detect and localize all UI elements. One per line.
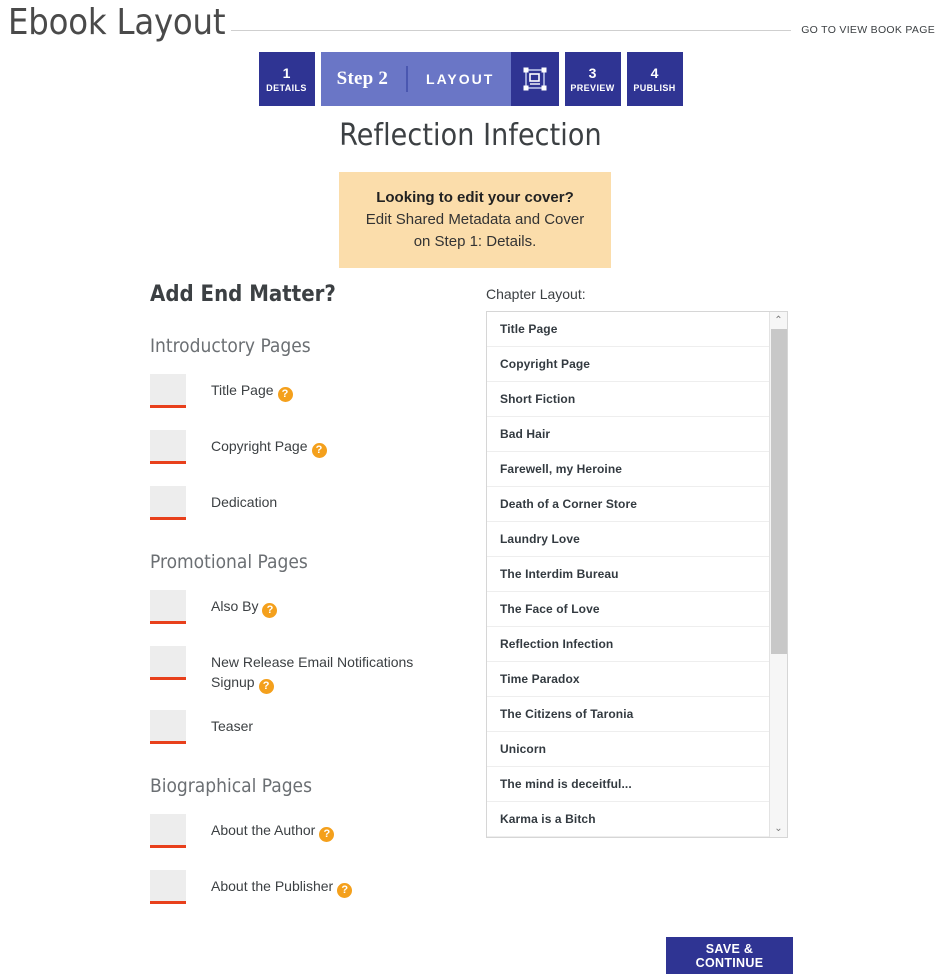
chapter-list-item[interactable]: The Citizens of Taronia	[487, 697, 769, 732]
notice-title: Looking to edit your cover?	[376, 189, 574, 206]
checkbox-label-text: Also By	[211, 598, 259, 614]
checkbox-label: Dedication	[186, 484, 277, 512]
header-divider	[231, 29, 792, 31]
chapter-list-item[interactable]: Death of a Corner Store	[487, 487, 769, 522]
chapter-list-item[interactable]: Short Fiction	[487, 382, 769, 417]
checkbox-label: Teaser	[186, 708, 253, 736]
step-4-number: 4	[650, 64, 659, 81]
chapter-list-item[interactable]: The Face of Love	[487, 592, 769, 627]
end-matter-row: Also By?	[150, 588, 460, 630]
help-icon[interactable]: ?	[277, 387, 293, 402]
step-3-number: 3	[588, 64, 597, 81]
checkbox-label: New Release Email Notifications Signup?	[186, 644, 451, 694]
chapter-list-item[interactable]: Laundry Love	[487, 522, 769, 557]
checkbox[interactable]	[150, 374, 186, 408]
step-3-label: PREVIEW	[570, 82, 615, 93]
step-2-layout-active[interactable]: Step 2 LAYOUT	[320, 52, 559, 106]
step-2-number: Step 2	[336, 68, 389, 89]
checkbox[interactable]	[150, 430, 186, 464]
help-icon[interactable]: ?	[311, 443, 327, 458]
save-and-continue-button[interactable]: SAVE & CONTINUE	[666, 937, 793, 974]
step-1-label: DETAILS	[266, 82, 307, 93]
chapter-list-item[interactable]: Copyright Page	[487, 347, 769, 382]
scroll-down-icon[interactable]: ⌄	[770, 820, 787, 837]
book-title: Reflection Infection	[339, 118, 602, 153]
end-matter-section: Add End Matter? Introductory Pages Title …	[150, 282, 460, 934]
checkbox-label-text: New Release Email Notifications Signup	[211, 654, 414, 690]
scrollbar-thumb[interactable]	[771, 329, 787, 654]
chapter-layout-panel: Title Page Copyright Page Short Fiction Bad…	[486, 311, 788, 838]
checkbox[interactable]	[150, 710, 186, 744]
help-icon[interactable]: ?	[262, 603, 278, 618]
end-matter-group: Introductory Pages Title Page? Copyright P…	[150, 334, 460, 526]
step-4-label: PUBLISH	[633, 82, 676, 93]
end-matter-row: About the Author?	[150, 812, 460, 854]
checkbox-label: Also By?	[186, 588, 278, 618]
step-2-main[interactable]: Step 2 LAYOUT	[320, 52, 511, 106]
group-heading: Introductory Pages	[150, 335, 311, 357]
chapter-list-item[interactable]: The Interdim Bureau	[487, 557, 769, 592]
checkbox-label-text: Copyright Page	[211, 438, 308, 454]
chapter-list-item[interactable]: The mind is deceitful...	[487, 767, 769, 802]
chapter-list-item[interactable]: Bad Hair	[487, 417, 769, 452]
step-1-details[interactable]: 1 DETAILS	[258, 52, 315, 106]
step-3-preview[interactable]: 3 PREVIEW	[564, 52, 621, 106]
help-icon[interactable]: ?	[258, 679, 274, 694]
step-4-publish[interactable]: 4 PUBLISH	[626, 52, 683, 106]
checkbox[interactable]	[150, 486, 186, 520]
end-matter-group: Biographical Pages About the Author? About…	[150, 774, 460, 910]
chapter-list-item[interactable]: Unicorn	[487, 732, 769, 767]
scroll-up-icon[interactable]: ⌃	[770, 312, 787, 329]
checkbox[interactable]	[150, 590, 186, 624]
end-matter-row: Copyright Page?	[150, 428, 460, 470]
help-icon[interactable]: ?	[319, 827, 335, 842]
notice-line-1: Edit Shared Metadata and Cover	[365, 211, 585, 228]
step-navigation: 1 DETAILS Step 2 LAYOUT 3 PREVIEW 4 PUBL…	[0, 52, 941, 106]
chapter-layout-section: Chapter Layout: Title Page Copyright Page…	[486, 285, 788, 838]
chapter-list[interactable]: Title Page Copyright Page Short Fiction Bad…	[487, 312, 769, 837]
layout-frame-icon[interactable]	[510, 52, 559, 106]
chapter-list-item[interactable]: Karma is a Bitch	[487, 802, 769, 837]
chapter-list-scrollbar[interactable]: ⌃ ⌄	[769, 312, 787, 837]
go-to-view-book-page-link[interactable]: GO TO VIEW BOOK PAGE	[801, 24, 941, 36]
checkbox-label-text: About the Author	[211, 822, 316, 838]
page-header: Ebook Layout GO TO VIEW BOOK PAGE	[0, 0, 941, 46]
help-icon[interactable]: ?	[337, 883, 353, 898]
checkbox[interactable]	[150, 814, 186, 848]
end-matter-row: Title Page?	[150, 372, 460, 414]
checkbox-label-text: Dedication	[211, 494, 278, 510]
step-1-number: 1	[282, 64, 291, 81]
checkbox-label-text: Teaser	[211, 718, 254, 734]
checkbox[interactable]	[150, 870, 186, 904]
group-heading: Biographical Pages	[150, 775, 312, 797]
notice-line-2: on Step 1: Details.	[413, 233, 537, 250]
checkbox-label: About the Author?	[186, 812, 335, 842]
chapter-list-item[interactable]: Reflection Infection	[487, 627, 769, 662]
end-matter-row: Teaser	[150, 708, 460, 750]
group-heading: Promotional Pages	[150, 551, 308, 573]
edit-cover-notice: Looking to edit your cover? Edit Shared …	[339, 172, 611, 268]
checkbox-label: About the Publisher?	[186, 868, 353, 898]
end-matter-heading: Add End Matter?	[150, 282, 336, 307]
checkbox-label-text: About the Publisher	[211, 878, 334, 894]
end-matter-groups: Introductory Pages Title Page? Copyright P…	[150, 334, 460, 910]
chapter-layout-caption: Chapter Layout:	[486, 286, 586, 302]
chapter-list-item[interactable]: Farewell, my Heroine	[487, 452, 769, 487]
checkbox[interactable]	[150, 646, 186, 680]
chapter-list-item[interactable]: Title Page	[487, 312, 769, 347]
end-matter-row: About the Publisher?	[150, 868, 460, 910]
checkbox-label: Copyright Page?	[186, 428, 327, 458]
end-matter-group: Promotional Pages Also By? New Release Ema…	[150, 550, 460, 750]
ebook-layout-page: Ebook Layout GO TO VIEW BOOK PAGE 1 DETA…	[0, 0, 941, 976]
checkbox-label: Title Page?	[186, 372, 293, 402]
page-title: Ebook Layout	[8, 2, 226, 43]
step-2-label: LAYOUT	[426, 71, 495, 87]
end-matter-row: Dedication	[150, 484, 460, 526]
checkbox-label-text: Title Page	[211, 382, 274, 398]
end-matter-row: New Release Email Notifications Signup?	[150, 644, 460, 694]
chapter-list-item[interactable]: Time Paradox	[487, 662, 769, 697]
